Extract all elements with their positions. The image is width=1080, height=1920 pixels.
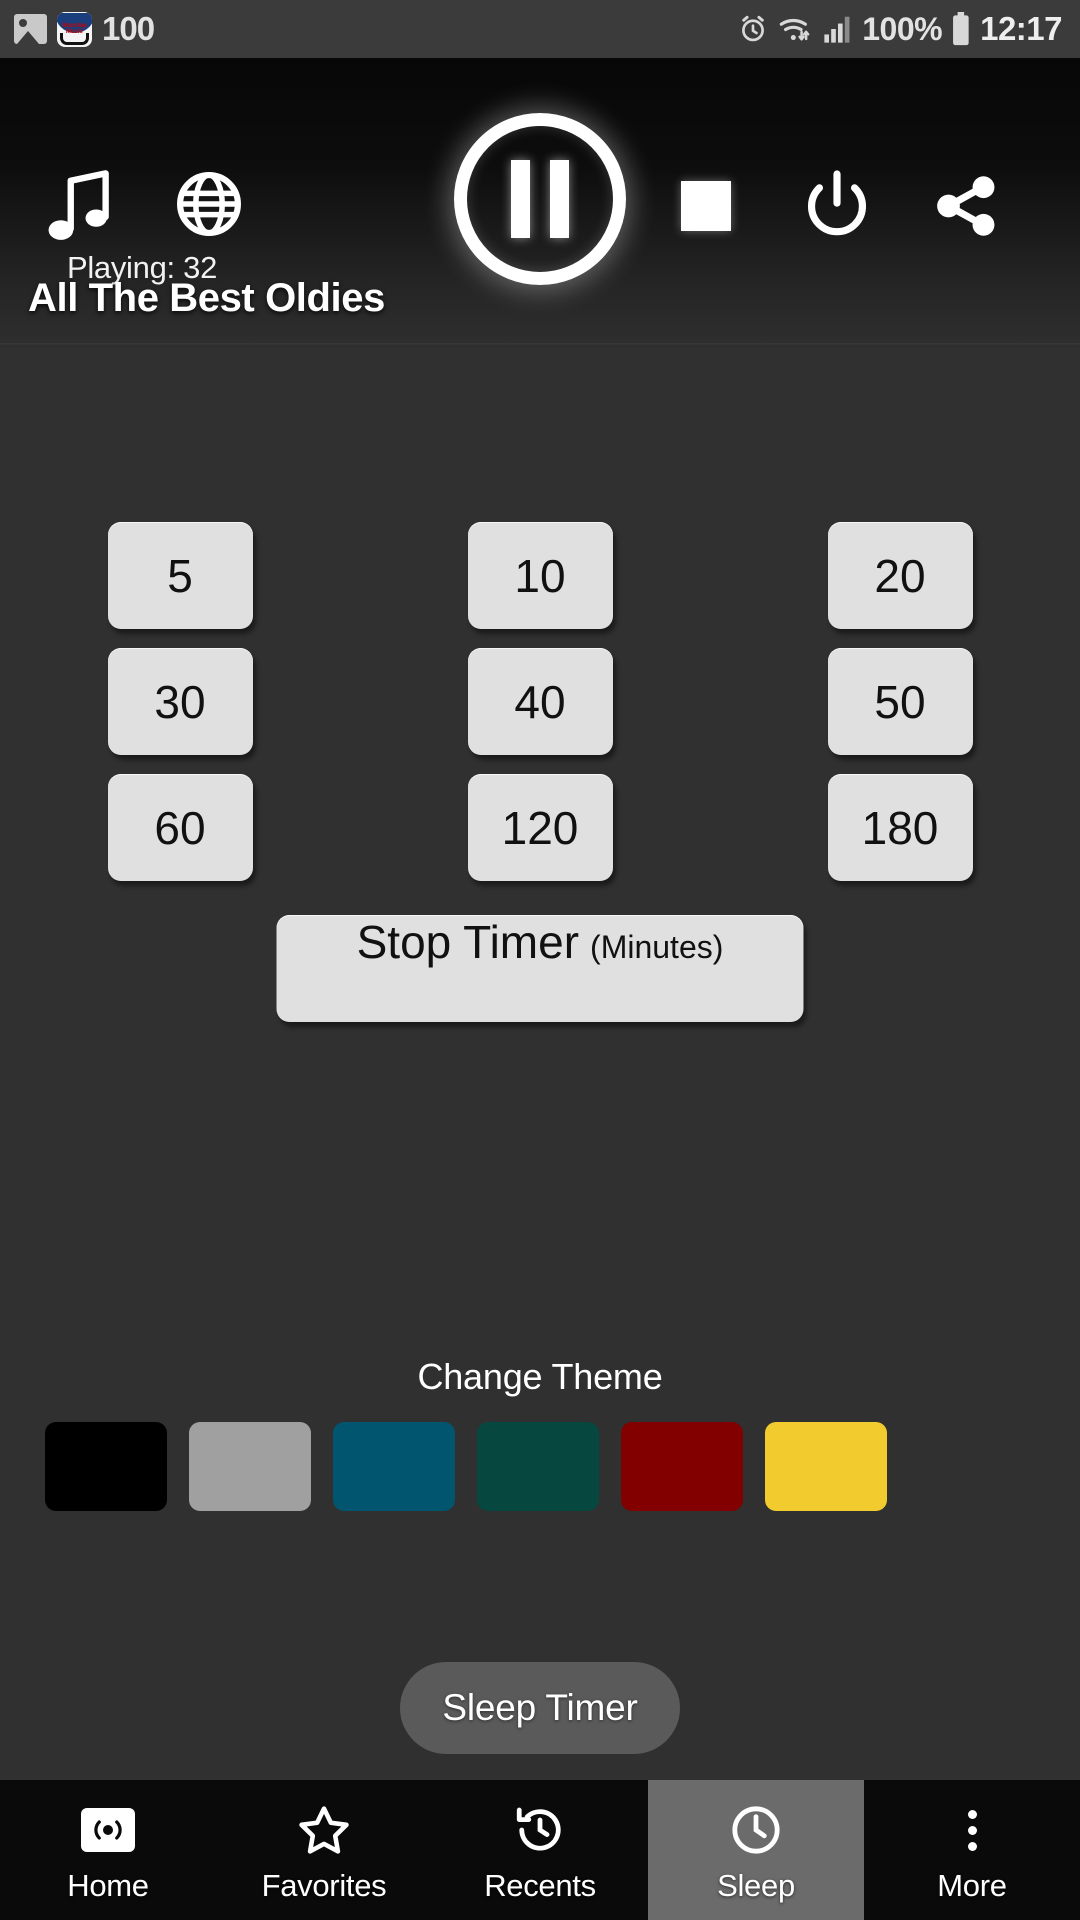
- stop-button[interactable]: [672, 172, 740, 240]
- station-name: All The Best Oldies: [28, 276, 385, 320]
- app-root: Nonstop Music 100 100% 12:17 Playing: 32…: [0, 0, 1080, 1920]
- nav-label-home: Home: [67, 1868, 149, 1903]
- globe-icon[interactable]: [175, 170, 243, 238]
- duration-button-60[interactable]: 60: [107, 774, 253, 881]
- nav-item-favorites[interactable]: Favorites: [216, 1780, 432, 1920]
- battery-percent: 100%: [862, 10, 943, 47]
- play-pause-button[interactable]: [454, 113, 626, 285]
- wifi-icon: [779, 18, 810, 41]
- nav-label-recents: Recents: [484, 1868, 596, 1903]
- change-theme-heading: Change Theme: [417, 1356, 663, 1397]
- nav-label-sleep: Sleep: [717, 1868, 795, 1903]
- status-bar-right: 100% 12:17: [737, 10, 1062, 48]
- nav-item-home[interactable]: Home: [0, 1780, 216, 1920]
- theme-swatch-gray[interactable]: [189, 1422, 311, 1511]
- nonstop-music-app-icon: Nonstop Music: [57, 11, 92, 47]
- stop-timer-button[interactable]: Stop Timer (Minutes): [276, 915, 804, 1022]
- duration-button-5[interactable]: 5: [107, 522, 253, 629]
- theme-swatch-black[interactable]: [45, 1422, 167, 1511]
- status-bar-left: Nonstop Music 100: [14, 10, 155, 48]
- theme-swatch-row: [45, 1422, 1035, 1511]
- overflow-menu-icon: [967, 1802, 977, 1858]
- stop-timer-label: Stop Timer: [356, 916, 580, 968]
- clock-time: 12:17: [980, 10, 1062, 47]
- theme-swatch-blue[interactable]: [333, 1422, 455, 1511]
- nav-label-favorites: Favorites: [261, 1868, 387, 1903]
- share-icon[interactable]: [930, 170, 1002, 242]
- nav-item-sleep[interactable]: Sleep: [648, 1780, 864, 1920]
- battery-icon: [953, 12, 969, 46]
- nav-item-recents[interactable]: Recents: [432, 1780, 648, 1920]
- duration-button-grid: 5 10 20 30 40 50 60 120 180: [0, 522, 1080, 881]
- player-controls: Playing: 32: [0, 113, 1080, 285]
- star-icon: [297, 1802, 351, 1858]
- gallery-icon: [14, 14, 47, 44]
- duration-button-10[interactable]: 10: [467, 522, 613, 629]
- theme-swatch-yellow[interactable]: [765, 1422, 887, 1511]
- nav-label-more: More: [937, 1868, 1007, 1903]
- theme-swatch-green[interactable]: [477, 1422, 599, 1511]
- pause-icon-bar-left: [511, 160, 530, 238]
- pause-icon-bar-right: [550, 160, 569, 238]
- theme-swatch-red[interactable]: [621, 1422, 743, 1511]
- duration-button-40[interactable]: 40: [467, 648, 613, 755]
- radio-broadcast-icon: [81, 1802, 135, 1858]
- clock-icon: [729, 1802, 783, 1858]
- app-icon-label: Nonstop Music: [62, 23, 87, 35]
- power-button[interactable]: [800, 168, 874, 242]
- bottom-navigation: Home Favorites Recents Sleep More: [0, 1780, 1080, 1920]
- alarm-icon: [742, 15, 765, 42]
- duration-button-50[interactable]: 50: [827, 648, 973, 755]
- stop-timer-unit: (Minutes): [590, 929, 724, 965]
- status-bar: Nonstop Music 100 100% 12:17: [0, 0, 1080, 58]
- music-note-icon[interactable]: [45, 166, 117, 244]
- sleep-timer-button[interactable]: Sleep Timer: [400, 1662, 680, 1754]
- signal-icon: [824, 16, 850, 43]
- duration-button-20[interactable]: 20: [827, 522, 973, 629]
- nav-item-more[interactable]: More: [864, 1780, 1080, 1920]
- duration-button-180[interactable]: 180: [827, 774, 973, 881]
- duration-button-120[interactable]: 120: [467, 774, 613, 881]
- history-clock-icon: [513, 1802, 567, 1858]
- player-header: Playing: 32 All The Best Oldies: [0, 58, 1080, 343]
- duration-button-30[interactable]: 30: [107, 648, 253, 755]
- sleep-timer-panel: 5 10 20 30 40 50 60 120 180 Stop Timer (…: [0, 347, 1080, 1780]
- notification-count: 100: [102, 10, 155, 47]
